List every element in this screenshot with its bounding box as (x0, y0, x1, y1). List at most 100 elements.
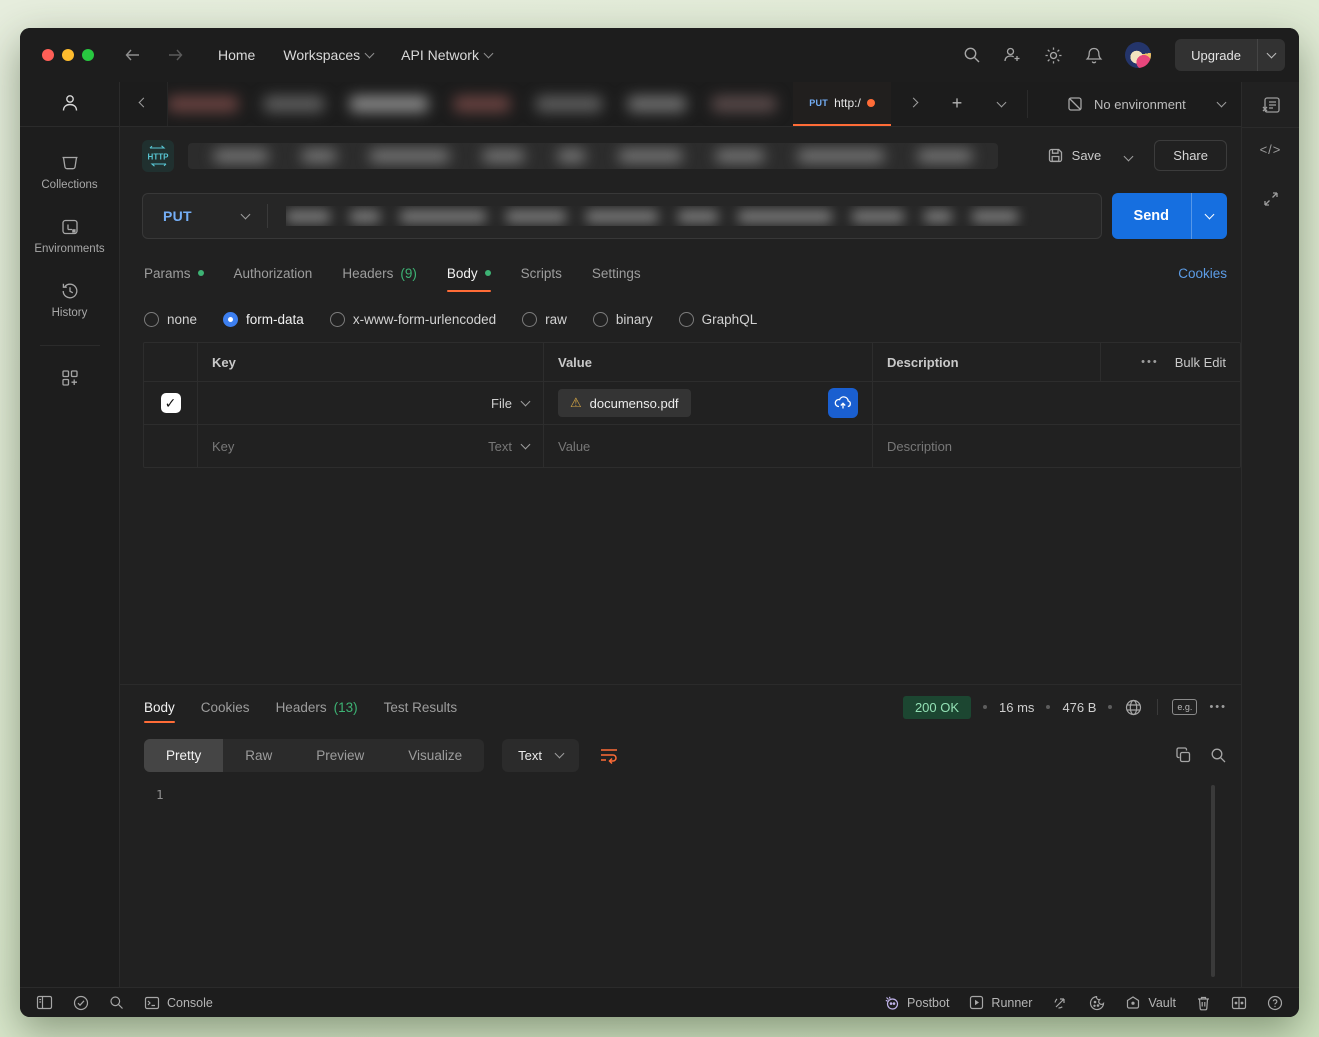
radio-graphql[interactable]: GraphQL (679, 312, 758, 327)
tab-body[interactable]: Body (447, 248, 491, 298)
radio-x-www-form-urlencoded[interactable]: x-www-form-urlencoded (330, 312, 496, 327)
chevron-down-icon (1217, 98, 1227, 108)
invite-user-icon[interactable] (1003, 46, 1022, 64)
response-tab-headers[interactable]: Headers(13) (276, 685, 358, 729)
add-tab-button[interactable]: + (935, 82, 979, 126)
scroll-tabs-right-button[interactable] (891, 82, 935, 126)
response-more-options[interactable]: ••• (1209, 701, 1227, 713)
key-input[interactable]: Key (212, 439, 234, 454)
sidebar-item-collections[interactable]: Collections (41, 153, 97, 191)
row-checkbox-checked[interactable]: ✓ (161, 393, 181, 413)
redacted-tabs[interactable] (168, 82, 793, 126)
send-options-button[interactable] (1191, 193, 1227, 239)
save-options-button[interactable] (1117, 142, 1140, 169)
toggle-sidebar-icon[interactable] (36, 995, 53, 1010)
tab-params[interactable]: Params (144, 248, 204, 298)
view-preview[interactable]: Preview (294, 739, 386, 772)
sidebar-item-history[interactable]: History (52, 281, 88, 319)
tab-headers[interactable]: Headers(9) (342, 248, 417, 298)
cookies-icon[interactable] (1089, 995, 1105, 1011)
radio-none[interactable]: none (144, 312, 197, 327)
expand-panel-icon[interactable] (1263, 191, 1279, 207)
collections-icon (60, 153, 80, 173)
description-input[interactable] (873, 382, 1240, 424)
response-format-dropdown[interactable]: Text (502, 739, 579, 772)
left-sidebar: Collections Environments History (20, 82, 120, 987)
grid-plus-icon (60, 368, 80, 388)
history-clock-icon (60, 281, 80, 301)
forward-button[interactable] (166, 47, 184, 63)
radio-form-data[interactable]: form-data (223, 312, 304, 327)
trash-icon[interactable] (1196, 995, 1211, 1011)
checkpoint-icon[interactable] (73, 995, 89, 1011)
response-tab-body[interactable]: Body (144, 685, 175, 729)
copy-response-icon[interactable] (1175, 747, 1192, 764)
minimize-window-button[interactable] (62, 49, 74, 61)
console-button[interactable]: Console (144, 996, 213, 1010)
save-as-example-button[interactable]: e.g. (1172, 699, 1197, 715)
tab-authorization[interactable]: Authorization (234, 248, 313, 298)
value-input[interactable]: Value (558, 439, 590, 454)
search-response-icon[interactable] (1210, 747, 1227, 764)
selected-file-chip[interactable]: ⚠ documenso.pdf (558, 389, 691, 417)
response-scrollbar[interactable] (1211, 785, 1215, 977)
share-button[interactable]: Share (1154, 140, 1227, 171)
sidebar-configure-tools-button[interactable] (60, 368, 80, 388)
redacted-url-input[interactable] (286, 206, 1083, 226)
cookies-link[interactable]: Cookies (1178, 266, 1227, 281)
redacted-request-name[interactable] (188, 143, 998, 169)
upgrade-dropdown-button[interactable] (1257, 39, 1285, 71)
save-button[interactable]: Save (1039, 141, 1110, 170)
capture-requests-icon[interactable] (1052, 995, 1069, 1011)
vault-button[interactable]: Vault (1125, 995, 1176, 1010)
network-globe-icon[interactable] (1124, 698, 1143, 717)
sidebar-item-environments[interactable]: Environments (34, 217, 104, 255)
runner-button[interactable]: Runner (969, 995, 1032, 1010)
environment-quick-look-icon[interactable] (1242, 82, 1299, 127)
request-tab-bar: PUT http:/ + No environment (120, 82, 1299, 127)
environment-selector[interactable]: No environment (1050, 82, 1241, 126)
nav-workspaces[interactable]: Workspaces (283, 47, 373, 63)
view-pretty[interactable]: Pretty (144, 739, 223, 772)
postbot-button[interactable]: Postbot (884, 995, 949, 1011)
tab-options-button[interactable] (979, 82, 1023, 126)
split-pane-icon[interactable] (1231, 996, 1247, 1010)
tab-settings[interactable]: Settings (592, 248, 641, 298)
value-type-dropdown[interactable]: Text (488, 439, 529, 454)
view-raw[interactable]: Raw (223, 739, 294, 772)
response-size: 476 B (1062, 700, 1096, 715)
back-button[interactable] (124, 47, 142, 63)
active-request-tab[interactable]: PUT http:/ (793, 82, 891, 126)
runner-icon (969, 995, 984, 1010)
upload-file-button[interactable] (828, 388, 858, 418)
tab-scripts[interactable]: Scripts (521, 248, 562, 298)
description-input[interactable]: Description (887, 439, 952, 454)
notifications-bell-icon[interactable] (1085, 46, 1103, 65)
radio-binary[interactable]: binary (593, 312, 653, 327)
send-button-group: Send (1112, 193, 1227, 239)
settings-gear-icon[interactable] (1044, 46, 1063, 65)
response-tab-cookies[interactable]: Cookies (201, 685, 250, 729)
upgrade-button[interactable]: Upgrade (1175, 48, 1257, 63)
search-icon[interactable] (963, 46, 981, 64)
response-tab-test-results[interactable]: Test Results (384, 685, 458, 729)
help-icon[interactable] (1267, 995, 1283, 1011)
value-type-dropdown[interactable]: File (491, 396, 529, 411)
find-icon[interactable] (109, 995, 124, 1010)
close-window-button[interactable] (42, 49, 54, 61)
radio-raw[interactable]: raw (522, 312, 567, 327)
zoom-window-button[interactable] (82, 49, 94, 61)
my-workspace-user-icon[interactable] (59, 92, 81, 114)
send-button[interactable]: Send (1112, 193, 1191, 239)
bulk-edit-button[interactable]: Bulk Edit (1175, 355, 1226, 370)
code-snippet-icon[interactable]: </> (1260, 142, 1282, 157)
table-more-options[interactable]: ••• (1141, 356, 1159, 368)
method-selector[interactable]: PUT (143, 208, 267, 224)
nav-api-network[interactable]: API Network (401, 47, 492, 63)
nav-home[interactable]: Home (218, 47, 255, 63)
response-body-editor[interactable]: 1 (120, 781, 1299, 987)
user-avatar[interactable] (1125, 42, 1151, 68)
view-visualize[interactable]: Visualize (386, 739, 484, 772)
wrap-lines-icon[interactable] (599, 746, 619, 764)
scroll-tabs-left-button[interactable] (120, 82, 168, 126)
